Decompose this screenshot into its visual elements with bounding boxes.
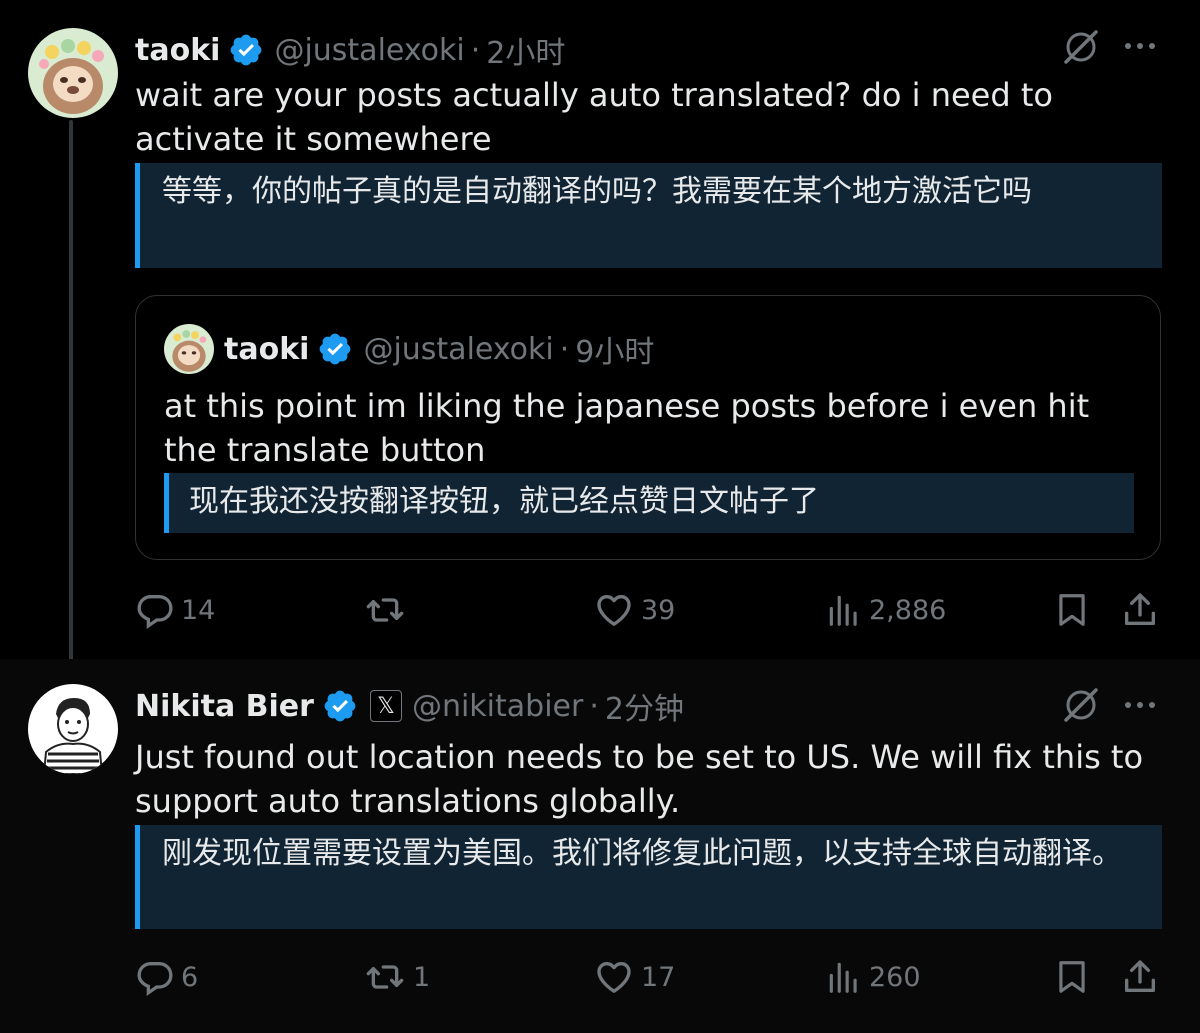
reply-icon xyxy=(137,962,173,997)
separator-dot: · xyxy=(559,331,570,367)
views-count: 260 xyxy=(869,961,921,993)
share-button[interactable] xyxy=(1120,590,1160,630)
like-count: 39 xyxy=(641,594,676,626)
share-icon xyxy=(1125,960,1155,992)
separator-dot: · xyxy=(470,32,481,68)
post-translation: 刚发现位置需要设置为美国。我们将修复此问题，以支持全球自动翻译。 xyxy=(135,825,1162,929)
author-handle[interactable]: @nikitabier xyxy=(412,689,583,724)
verified-badge-icon xyxy=(317,331,353,367)
like-icon xyxy=(597,595,631,626)
x-affiliate-badge[interactable]: 𝕏 xyxy=(369,690,402,722)
verified-badge-icon xyxy=(228,32,264,68)
quoted-post-time: 9小时 xyxy=(575,335,655,370)
repost-button[interactable] xyxy=(363,590,413,630)
quoted-post-translation: 现在我还没按翻译按钮，就已经点赞日文帖子了 xyxy=(164,473,1134,533)
grok-icon[interactable] xyxy=(1060,26,1102,72)
quoted-author-name: taoki xyxy=(224,331,310,367)
quoted-avatar xyxy=(164,324,214,374)
post-translation: 等等，你的帖子真的是自动翻译的吗？我需要在某个地方激活它吗 xyxy=(135,163,1162,268)
like-button[interactable]: 17 xyxy=(593,957,675,997)
views-count: 2,886 xyxy=(869,594,947,626)
author-handle[interactable]: @justalexoki xyxy=(274,33,464,68)
post-header: Nikita Bier 𝕏 @nikitabier · 2分钟 xyxy=(135,684,684,728)
quoted-post[interactable]: taoki @justalexoki · 9小时 at this point i… xyxy=(135,295,1161,560)
reply-icon xyxy=(137,595,173,630)
repost-count: 1 xyxy=(413,961,431,993)
avatar-taoki[interactable] xyxy=(28,28,118,118)
post-taoki[interactable]: taoki @justalexoki · 2小时 wait are your p… xyxy=(0,0,1200,676)
thread-line xyxy=(69,120,73,676)
author-name[interactable]: taoki xyxy=(135,33,220,68)
quoted-author-handle: @justalexoki xyxy=(363,331,554,367)
more-icon[interactable] xyxy=(1122,697,1158,717)
separator-dot: · xyxy=(589,688,599,724)
views-button[interactable]: 2,886 xyxy=(825,590,946,630)
verified-badge-icon xyxy=(322,688,358,724)
quoted-post-text: at this point im liking the japanese pos… xyxy=(164,387,1090,469)
repost-icon xyxy=(366,598,404,622)
like-icon xyxy=(597,962,631,993)
like-button[interactable]: 39 xyxy=(593,590,675,630)
bookmark-icon xyxy=(1059,961,1085,993)
bookmark-button[interactable] xyxy=(1053,590,1091,630)
post-time[interactable]: 2分钟 xyxy=(605,684,684,728)
grok-icon[interactable] xyxy=(1060,684,1102,730)
reply-button[interactable]: 14 xyxy=(135,590,215,630)
post-header: taoki @justalexoki · 2小时 xyxy=(135,28,565,72)
share-icon xyxy=(1125,593,1155,625)
reply-button[interactable]: 6 xyxy=(135,957,198,997)
post-text: wait are your posts actually auto transl… xyxy=(135,76,1053,158)
bookmark-button[interactable] xyxy=(1053,957,1091,997)
post-text: Just found out location needs to be set … xyxy=(135,738,1144,820)
post-time[interactable]: 2小时 xyxy=(486,28,565,72)
action-bar: 6 1 17 260 xyxy=(135,957,1165,1001)
like-count: 17 xyxy=(641,961,676,993)
bookmark-icon xyxy=(1059,594,1085,626)
share-button[interactable] xyxy=(1120,957,1160,997)
views-icon xyxy=(829,962,857,993)
views-button[interactable]: 260 xyxy=(825,957,921,997)
repost-button[interactable]: 1 xyxy=(363,957,430,997)
reply-count: 14 xyxy=(181,594,216,626)
more-icon[interactable] xyxy=(1122,38,1158,58)
quoted-post-header: taoki @justalexoki · 9小时 xyxy=(164,324,654,374)
repost-icon xyxy=(366,965,404,989)
avatar-nikita-bier[interactable] xyxy=(28,684,118,774)
action-bar: 14 39 2,886 xyxy=(135,590,1165,634)
post-nikita-bier[interactable]: Nikita Bier 𝕏 @nikitabier · 2分钟 Just fou… xyxy=(0,659,1200,1033)
author-name[interactable]: Nikita Bier xyxy=(135,689,314,724)
reply-count: 6 xyxy=(181,961,199,993)
views-icon xyxy=(829,595,857,626)
